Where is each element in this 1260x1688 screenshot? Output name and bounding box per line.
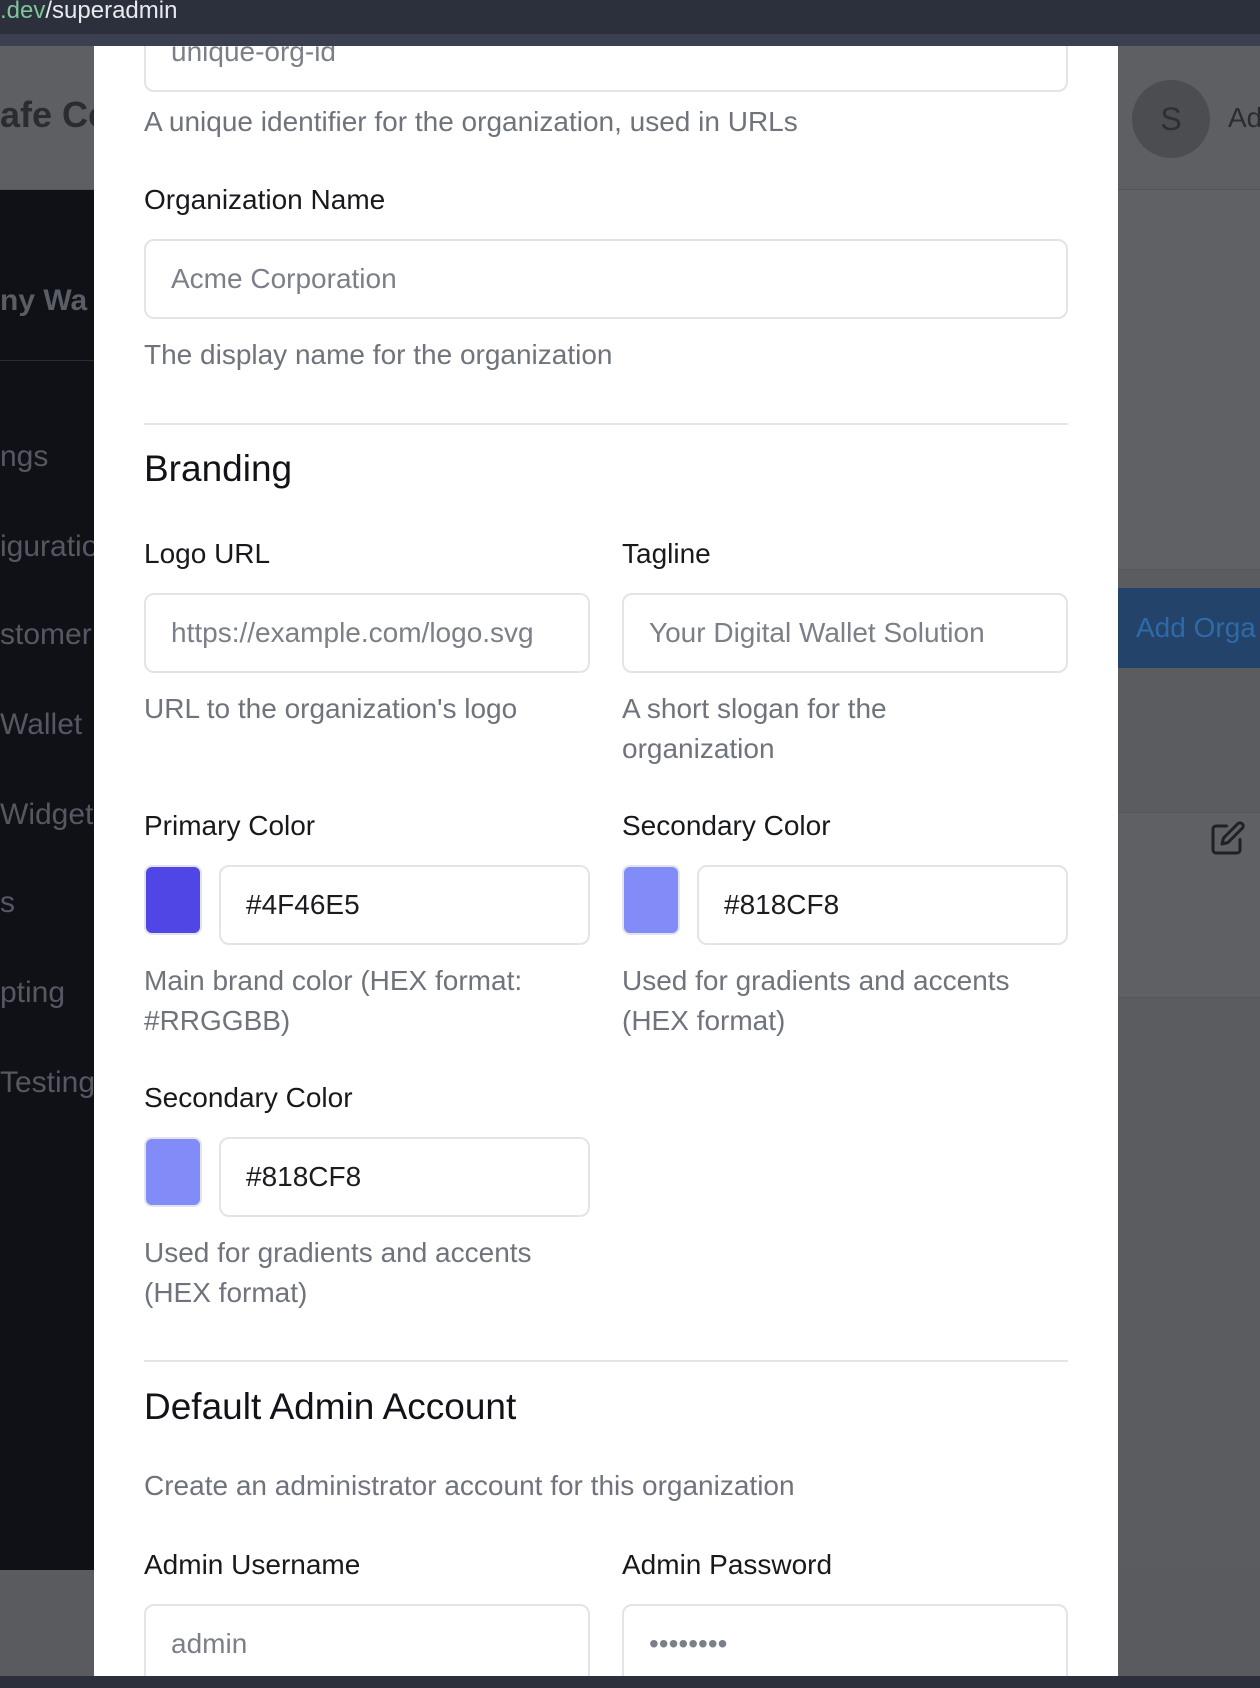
secondary-color-input[interactable]: #818CF8 (697, 865, 1068, 945)
create-organization-modal: unique-org-id A unique identifier for th… (94, 46, 1118, 1676)
tagline-label: Tagline (622, 538, 711, 569)
sidebar-item[interactable]: stomer (0, 618, 92, 652)
secondary-color-swatch[interactable] (622, 865, 680, 935)
admin-username-input[interactable]: admin (144, 1604, 590, 1676)
org-name-help: The display name for the organization (144, 339, 613, 370)
section-divider (144, 423, 1068, 425)
admin-password-label: Admin Password (622, 1549, 833, 1580)
sidebar-item[interactable]: pting (0, 976, 65, 1010)
org-id-help: A unique identifier for the organization… (144, 106, 798, 137)
org-name-input[interactable]: Acme Corporation (144, 239, 1068, 319)
tagline-help: A short slogan for the organization (622, 693, 887, 764)
admin-account-description: Create an administrator account for this… (144, 1470, 795, 1501)
tagline-input[interactable]: Your Digital Wallet Solution (622, 593, 1068, 673)
sidebar-item[interactable]: ngs (0, 440, 48, 474)
secondary-color-input-2[interactable]: #818CF8 (219, 1137, 590, 1217)
avatar[interactable]: S (1132, 80, 1210, 158)
branding-heading: Branding (144, 448, 293, 489)
edit-icon[interactable] (1210, 820, 1246, 856)
sidebar-item[interactable]: s (0, 886, 15, 920)
secondary-color-help-2: Used for gradients and accents (HEX form… (144, 1237, 532, 1308)
sidebar-item[interactable]: Widget (0, 798, 93, 832)
org-id-placeholder: unique-org-id (171, 46, 336, 67)
sidebar-item[interactable]: Wallet (0, 708, 82, 742)
admin-account-heading: Default Admin Account (144, 1386, 517, 1427)
logo-url-input[interactable]: https://example.com/logo.svg (144, 593, 590, 673)
secondary-color-help: Used for gradients and accents (HEX form… (622, 965, 1010, 1036)
background-panel (1118, 190, 1260, 570)
sidebar-divider (0, 360, 96, 361)
sidebar-item[interactable]: Testing (0, 1066, 95, 1100)
admin-password-input[interactable]: •••••••• (622, 1604, 1068, 1676)
window-bottom-edge (0, 1676, 1260, 1688)
section-divider (144, 1360, 1068, 1362)
org-name-label: Organization Name (144, 184, 386, 215)
url-host: .dev (0, 0, 46, 24)
browser-url-bar[interactable]: .dev/superadmin (0, 0, 1260, 34)
primary-color-help: Main brand color (HEX format: #RRGGBB) (144, 965, 523, 1036)
secondary-color-label-2: Secondary Color (144, 1082, 353, 1113)
logo-url-help: URL to the organization's logo (144, 693, 518, 724)
browser-toolbar-edge (0, 34, 1260, 46)
sidebar-brand: ny Wa (0, 284, 88, 317)
primary-color-swatch[interactable] (144, 865, 202, 935)
logo-url-label: Logo URL (144, 538, 271, 569)
org-id-input[interactable]: unique-org-id (144, 46, 1068, 92)
sidebar: ny Wa ngs iguratio stomer Wallet Widget … (0, 190, 96, 1570)
primary-color-label: Primary Color (144, 810, 316, 841)
url-path: /superadmin (45, 0, 178, 24)
user-menu-label[interactable]: Ad (1228, 102, 1260, 134)
primary-color-input[interactable]: #4F46E5 (219, 865, 590, 945)
secondary-color-swatch-2[interactable] (144, 1137, 202, 1207)
add-organization-button[interactable]: Add Orga (1118, 588, 1260, 668)
admin-username-label: Admin Username (144, 1549, 361, 1580)
sidebar-item[interactable]: iguratio (0, 530, 96, 564)
secondary-color-label: Secondary Color (622, 810, 831, 841)
